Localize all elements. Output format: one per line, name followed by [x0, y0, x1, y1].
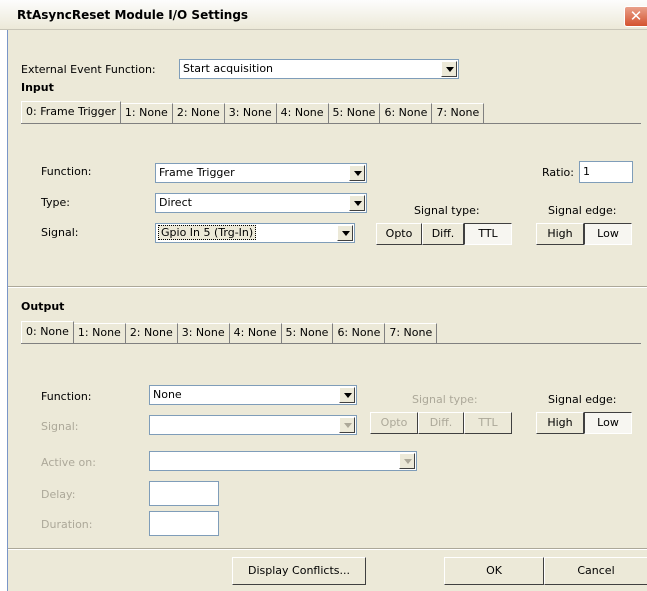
output-signal-edge-high[interactable]: High: [536, 412, 584, 434]
output-signal-type-ttl[interactable]: TTL: [464, 412, 512, 434]
input-signal-type-diff[interactable]: Diff.: [422, 223, 464, 245]
output-tab-0[interactable]: 0: None: [21, 321, 74, 343]
ok-button[interactable]: OK: [444, 557, 544, 585]
section-divider: [8, 286, 647, 288]
output-active-on-select[interactable]: [149, 451, 417, 471]
output-signal-type-diff[interactable]: Diff.: [418, 412, 464, 434]
output-signal-edge-group: High Low: [536, 412, 632, 434]
output-function-value: None: [153, 388, 182, 401]
input-function-label: Function:: [41, 165, 92, 178]
output-tab-strip: 0: None 1: None 2: None 3: None 4: None 5: No…: [21, 321, 641, 343]
input-signal-type-ttl[interactable]: TTL: [464, 223, 512, 245]
output-tab-7[interactable]: 7: None: [385, 323, 438, 343]
input-ratio-field[interactable]: 1: [579, 161, 633, 183]
output-tab-5[interactable]: 5: None: [281, 323, 334, 343]
output-signal-edge-low[interactable]: Low: [584, 412, 632, 434]
input-signal-edge-label: Signal edge:: [548, 204, 617, 217]
external-event-value: Start acquisition: [183, 62, 274, 75]
input-signal-edge-high[interactable]: High: [536, 223, 584, 245]
external-event-label: External Event Function:: [21, 63, 156, 76]
chevron-down-icon: [339, 387, 355, 403]
input-tab-0[interactable]: 0: Frame Trigger: [21, 101, 121, 123]
input-tab-7[interactable]: 7: None: [432, 103, 485, 123]
output-signal-type-opto[interactable]: Opto: [370, 412, 418, 434]
input-tab-1[interactable]: 1: None: [120, 103, 173, 123]
input-signal-edge-group: High Low: [536, 223, 632, 245]
input-tab-4[interactable]: 4: None: [276, 103, 329, 123]
input-tab-3[interactable]: 3: None: [224, 103, 277, 123]
input-function-select[interactable]: Frame Trigger: [155, 163, 367, 183]
output-function-label: Function:: [41, 390, 92, 403]
output-function-select[interactable]: None: [149, 385, 357, 405]
output-delay-field[interactable]: [149, 481, 219, 506]
output-signal-type-group: Opto Diff. TTL: [370, 412, 512, 434]
close-button[interactable]: ✕: [624, 6, 647, 27]
input-signal-type-group: Opto Diff. TTL: [376, 223, 512, 245]
input-signal-type-label: Signal type:: [414, 204, 480, 217]
input-signal-edge-low[interactable]: Low: [584, 223, 632, 245]
output-duration-label: Duration:: [41, 518, 93, 531]
output-tab-3[interactable]: 3: None: [177, 323, 230, 343]
chevron-down-icon: [337, 225, 353, 241]
input-tab-divider: [21, 123, 641, 124]
chevron-down-icon: [339, 417, 355, 433]
input-type-label: Type:: [41, 196, 70, 209]
chevron-down-icon: [399, 453, 415, 469]
display-conflicts-button[interactable]: Display Conflicts...: [232, 557, 366, 585]
window-title: RtAsyncReset Module I/O Settings: [17, 8, 249, 22]
input-function-value: Frame Trigger: [159, 166, 235, 179]
output-delay-label: Delay:: [41, 488, 76, 501]
input-signal-value: Gpio In 5 (Trg-In): [158, 225, 257, 240]
dialog-body: External Event Function: Start acquisiti…: [7, 30, 647, 591]
chevron-down-icon: [349, 195, 365, 211]
chevron-down-icon: [349, 165, 365, 181]
output-active-on-label: Active on:: [41, 456, 96, 469]
output-tab-6[interactable]: 6: None: [333, 323, 386, 343]
input-signal-select[interactable]: Gpio In 5 (Trg-In): [155, 223, 355, 243]
output-tab-2[interactable]: 2: None: [125, 323, 178, 343]
input-section-title: Input: [21, 81, 54, 94]
input-signal-type-opto[interactable]: Opto: [376, 223, 422, 245]
title-bar: RtAsyncReset Module I/O Settings ✕: [0, 0, 647, 30]
footer-divider: [8, 548, 647, 550]
output-signal-type-label: Signal type:: [412, 393, 478, 406]
input-tab-6[interactable]: 6: None: [380, 103, 433, 123]
output-duration-field[interactable]: [149, 511, 219, 536]
cancel-button[interactable]: Cancel: [544, 557, 647, 585]
input-type-value: Direct: [159, 196, 192, 209]
input-type-select[interactable]: Direct: [155, 193, 367, 213]
external-event-select[interactable]: Start acquisition: [179, 59, 459, 79]
chevron-down-icon: [441, 61, 457, 77]
output-signal-label: Signal:: [41, 420, 79, 433]
input-tab-strip: 0: Frame Trigger 1: None 2: None 3: None 4: …: [21, 101, 641, 123]
input-tab-2[interactable]: 2: None: [172, 103, 225, 123]
close-icon: ✕: [629, 7, 643, 25]
input-ratio-value: 1: [583, 165, 590, 178]
input-ratio-label: Ratio:: [542, 166, 574, 179]
output-tab-1[interactable]: 1: None: [73, 323, 126, 343]
output-tab-4[interactable]: 4: None: [229, 323, 282, 343]
input-tab-5[interactable]: 5: None: [328, 103, 381, 123]
input-signal-label: Signal:: [41, 226, 79, 239]
output-section-title: Output: [21, 300, 65, 313]
output-signal-select[interactable]: [149, 415, 357, 435]
output-tab-divider: [21, 343, 641, 344]
output-signal-edge-label: Signal edge:: [548, 393, 617, 406]
